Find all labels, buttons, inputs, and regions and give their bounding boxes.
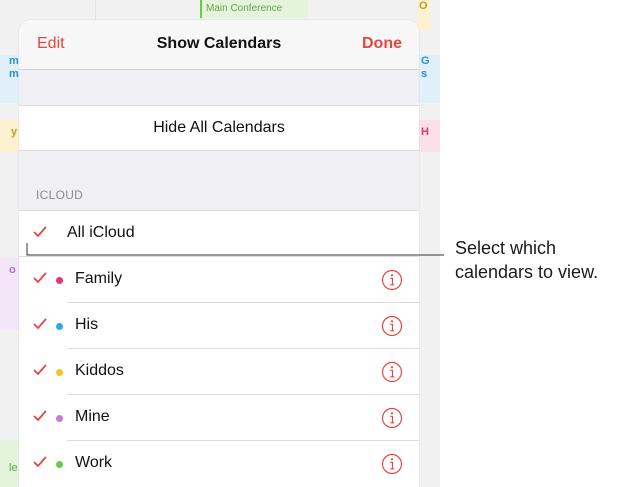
done-button[interactable]: Done [362,35,402,53]
color-dot-icon [56,461,63,468]
background-event-fragment: O [418,0,430,30]
callout-line-2: calendars to view. [455,262,599,282]
calendar-row-work[interactable]: Work [19,441,419,487]
checkmark-icon [33,318,47,329]
background-event-fragment-text: s [421,68,428,80]
navigation-bar: Edit Show Calendars Done [19,20,419,70]
checkmark-icon [33,364,47,375]
checkmark-icon [33,226,47,237]
checkmark-icon [33,272,47,283]
show-calendars-popover: Edit Show Calendars Done Hide All Calend… [19,20,419,487]
color-dot-icon [56,369,63,376]
info-icon[interactable] [381,361,403,383]
calendar-row-family[interactable]: Family [19,257,419,303]
callout-text: Select which calendars to view. [455,236,598,284]
background-event-fragment-text: G [421,55,430,67]
calendar-row-label: His [75,316,99,333]
background-event-fragment: o [0,258,19,330]
calendar-row-kiddos[interactable]: Kiddos [19,349,419,395]
background-event-fragment: m m [0,55,19,103]
info-icon[interactable] [381,407,403,429]
callout-line-1: Select which [455,238,557,258]
calendar-row-label: Kiddos [75,362,124,379]
info-icon[interactable] [381,269,403,291]
calendar-row-label: Family [75,270,123,287]
background-event-fragment-text: m [9,68,19,80]
background-event-fragment: G s [419,55,440,103]
info-icon[interactable] [381,315,403,337]
background-event-main-conference: Main Conference [200,0,308,18]
calendar-row-label: All iCloud [67,224,135,241]
checkmark-icon [33,456,47,467]
background-event-fragment: le [0,440,19,487]
calendar-row-label: Work [75,454,113,471]
background-event-fragment: y [0,120,19,152]
checkmark-icon [33,410,47,421]
calendar-row-his[interactable]: His [19,303,419,349]
color-dot-icon [56,323,63,330]
color-dot-icon [56,415,63,422]
popover-title: Show Calendars [156,35,282,52]
background-event-fragment-text: m [9,55,19,67]
calendar-row-label: Mine [75,408,110,425]
background-event-fragment: H [419,120,440,152]
section-header-icloud: ICLOUD [36,188,84,202]
calendar-list: All iCloud Family His Kiddos Mine Work [19,210,419,487]
info-icon[interactable] [381,453,403,475]
calendar-row-all-icloud[interactable]: All iCloud [19,211,419,257]
color-dot-icon [56,277,63,284]
hide-all-calendars-button[interactable]: Hide All Calendars [19,105,419,151]
calendar-row-mine[interactable]: Mine [19,395,419,441]
